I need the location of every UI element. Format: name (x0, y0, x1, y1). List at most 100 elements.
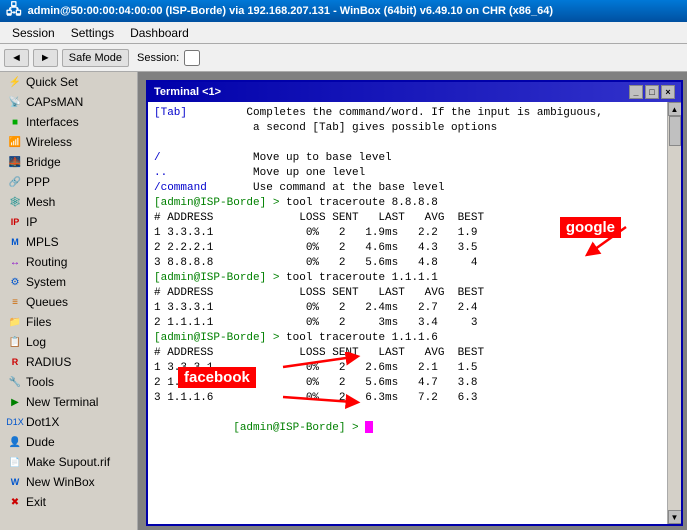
system-icon: ⚙ (8, 275, 22, 289)
scroll-down-button[interactable]: ▼ (668, 510, 682, 524)
scroll-up-button[interactable]: ▲ (668, 102, 682, 116)
tr2-cmd: [admin@ISP-Borde] > tool traceroute 1.1.… (154, 271, 675, 286)
sidebar-item-mesh[interactable]: 🕸 Mesh (0, 192, 137, 212)
session-label: Session: (137, 52, 179, 64)
tr2-row2: 2 1.1.1.1 0% 2 3ms 3.4 3 (154, 316, 675, 331)
sidebar-item-interfaces[interactable]: ■ Interfaces (0, 112, 137, 132)
terminal-minimize-button[interactable]: _ (629, 85, 643, 99)
terminal-title: Terminal <1> (154, 86, 221, 98)
terminal-close-buttons: _ □ × (629, 85, 675, 99)
sidebar-item-capsman[interactable]: 📡 CAPsMAN (0, 92, 137, 112)
tr3-header: # ADDRESS LOSS SENT LAST AVG BEST (154, 346, 675, 361)
content-area: Terminal <1> _ □ × [Tab] Completes the c… (138, 72, 687, 530)
mesh-icon: 🕸 (8, 195, 22, 209)
sidebar-label-tools: Tools (26, 375, 54, 389)
mpls-icon: M (8, 235, 22, 249)
sidebar-item-system[interactable]: ⚙ System (0, 272, 137, 292)
forward-button[interactable]: ► (33, 49, 58, 67)
terminal-scrollbar[interactable]: ▲ ▼ (667, 102, 681, 524)
google-arrow (571, 222, 631, 262)
help-slash: / Move up to base level (154, 151, 675, 166)
safe-mode-button[interactable]: Safe Mode (62, 49, 129, 67)
new-terminal-icon: ▶ (8, 395, 22, 409)
dude-icon: 👤 (8, 435, 22, 449)
log-icon: 📋 (8, 335, 22, 349)
scroll-thumb[interactable] (669, 116, 681, 146)
ppp-icon: 🔗 (8, 175, 22, 189)
sidebar-label-dot1x: Dot1X (26, 415, 59, 429)
sidebar-item-exit[interactable]: ✖ Exit (0, 492, 137, 512)
facebook-arrows (278, 352, 378, 432)
sidebar-item-ppp[interactable]: 🔗 PPP (0, 172, 137, 192)
sidebar-item-new-terminal[interactable]: ▶ New Terminal (0, 392, 137, 412)
files-icon: 📁 (8, 315, 22, 329)
menu-session[interactable]: Session (4, 24, 63, 42)
sidebar-label-queues: Queues (26, 295, 68, 309)
sidebar-item-dude[interactable]: 👤 Dude (0, 432, 137, 452)
sidebar-item-wireless[interactable]: 📶 Wireless (0, 132, 137, 152)
terminal-titlebar: Terminal <1> _ □ × (148, 82, 681, 102)
sidebar-item-mpls[interactable]: M MPLS (0, 232, 137, 252)
sidebar-item-make-supout[interactable]: 📄 Make Supout.rif (0, 452, 137, 472)
menu-dashboard[interactable]: Dashboard (122, 24, 197, 42)
interfaces-icon: ■ (8, 115, 22, 129)
bridge-icon: 🌉 (8, 155, 22, 169)
help-command: /command Use command at the base level (154, 181, 675, 196)
sidebar-item-tools[interactable]: 🔧 Tools (0, 372, 137, 392)
sidebar-label-exit: Exit (26, 495, 46, 509)
sidebar-label-make-supout: Make Supout.rif (26, 455, 110, 469)
routing-icon: ↔ (8, 255, 22, 269)
main-layout: ⚡ Quick Set 📡 CAPsMAN ■ Interfaces 📶 Wir… (0, 72, 687, 530)
radius-icon: R (8, 355, 22, 369)
tr3-row3: 3 1.1.1.6 0% 2 6.3ms 7.2 6.3 (154, 391, 675, 406)
back-button[interactable]: ◄ (4, 49, 29, 67)
sidebar-item-log[interactable]: 📋 Log (0, 332, 137, 352)
sidebar-label-log: Log (26, 335, 46, 349)
sidebar-label-interfaces: Interfaces (26, 115, 79, 129)
sidebar-item-queues[interactable]: ≡ Queues (0, 292, 137, 312)
sidebar-item-bridge[interactable]: 🌉 Bridge (0, 152, 137, 172)
session-checkbox[interactable] (183, 50, 201, 66)
sidebar-item-new-winbox[interactable]: W New WinBox (0, 472, 137, 492)
scroll-track (668, 116, 681, 510)
sidebar-label-wireless: Wireless (26, 135, 72, 149)
sidebar-label-new-terminal: New Terminal (26, 395, 98, 409)
help-tab-line: [Tab] Completes the command/word. If the… (154, 106, 675, 121)
sidebar-item-radius[interactable]: R RADIUS (0, 352, 137, 372)
sidebar-item-dot1x[interactable]: D1X Dot1X (0, 412, 137, 432)
queues-icon: ≡ (8, 295, 22, 309)
dot1x-icon: D1X (8, 415, 22, 429)
sidebar-item-ip[interactable]: IP IP (0, 212, 137, 232)
help-blank (154, 136, 675, 151)
terminal-window: Terminal <1> _ □ × [Tab] Completes the c… (146, 80, 683, 526)
sidebar-item-files[interactable]: 📁 Files (0, 312, 137, 332)
sidebar-label-radius: RADIUS (26, 355, 71, 369)
terminal-maximize-button[interactable]: □ (645, 85, 659, 99)
sidebar-label-system: System (26, 275, 66, 289)
tr1-cmd: [admin@ISP-Borde] > tool traceroute 8.8.… (154, 196, 675, 211)
tr3-cmd: [admin@ISP-Borde] > tool traceroute 1.1.… (154, 331, 675, 346)
capsman-icon: 📡 (8, 95, 22, 109)
sidebar-item-routing[interactable]: ↔ Routing (0, 252, 137, 272)
terminal-body[interactable]: [Tab] Completes the command/word. If the… (148, 102, 681, 455)
help-tab-cont: a second [Tab] gives possible options (154, 121, 675, 136)
sidebar-item-quick-set[interactable]: ⚡ Quick Set (0, 72, 137, 92)
tr2-header: # ADDRESS LOSS SENT LAST AVG BEST (154, 286, 675, 301)
sidebar-label-files: Files (26, 315, 51, 329)
app-icon: 🖧 (6, 0, 22, 23)
terminal-close-button[interactable]: × (661, 85, 675, 99)
sidebar-label-bridge: Bridge (26, 155, 61, 169)
exit-icon: ✖ (8, 495, 22, 509)
title-bar: 🖧 admin@50:00:00:04:00:00 (ISP-Borde) vi… (0, 0, 687, 22)
help-dotdot: .. Move up one level (154, 166, 675, 181)
sidebar-label-mesh: Mesh (26, 195, 55, 209)
sidebar-label-ip: IP (26, 215, 37, 229)
toolbar: ◄ ► Safe Mode Session: (0, 44, 687, 72)
sidebar-label-mpls: MPLS (26, 235, 59, 249)
title-text: admin@50:00:00:04:00:00 (ISP-Borde) via … (28, 5, 553, 17)
tools-icon: 🔧 (8, 375, 22, 389)
sidebar-label-capsman: CAPsMAN (26, 95, 83, 109)
wireless-icon: 📶 (8, 135, 22, 149)
menu-settings[interactable]: Settings (63, 24, 122, 42)
sidebar-label-dude: Dude (26, 435, 55, 449)
